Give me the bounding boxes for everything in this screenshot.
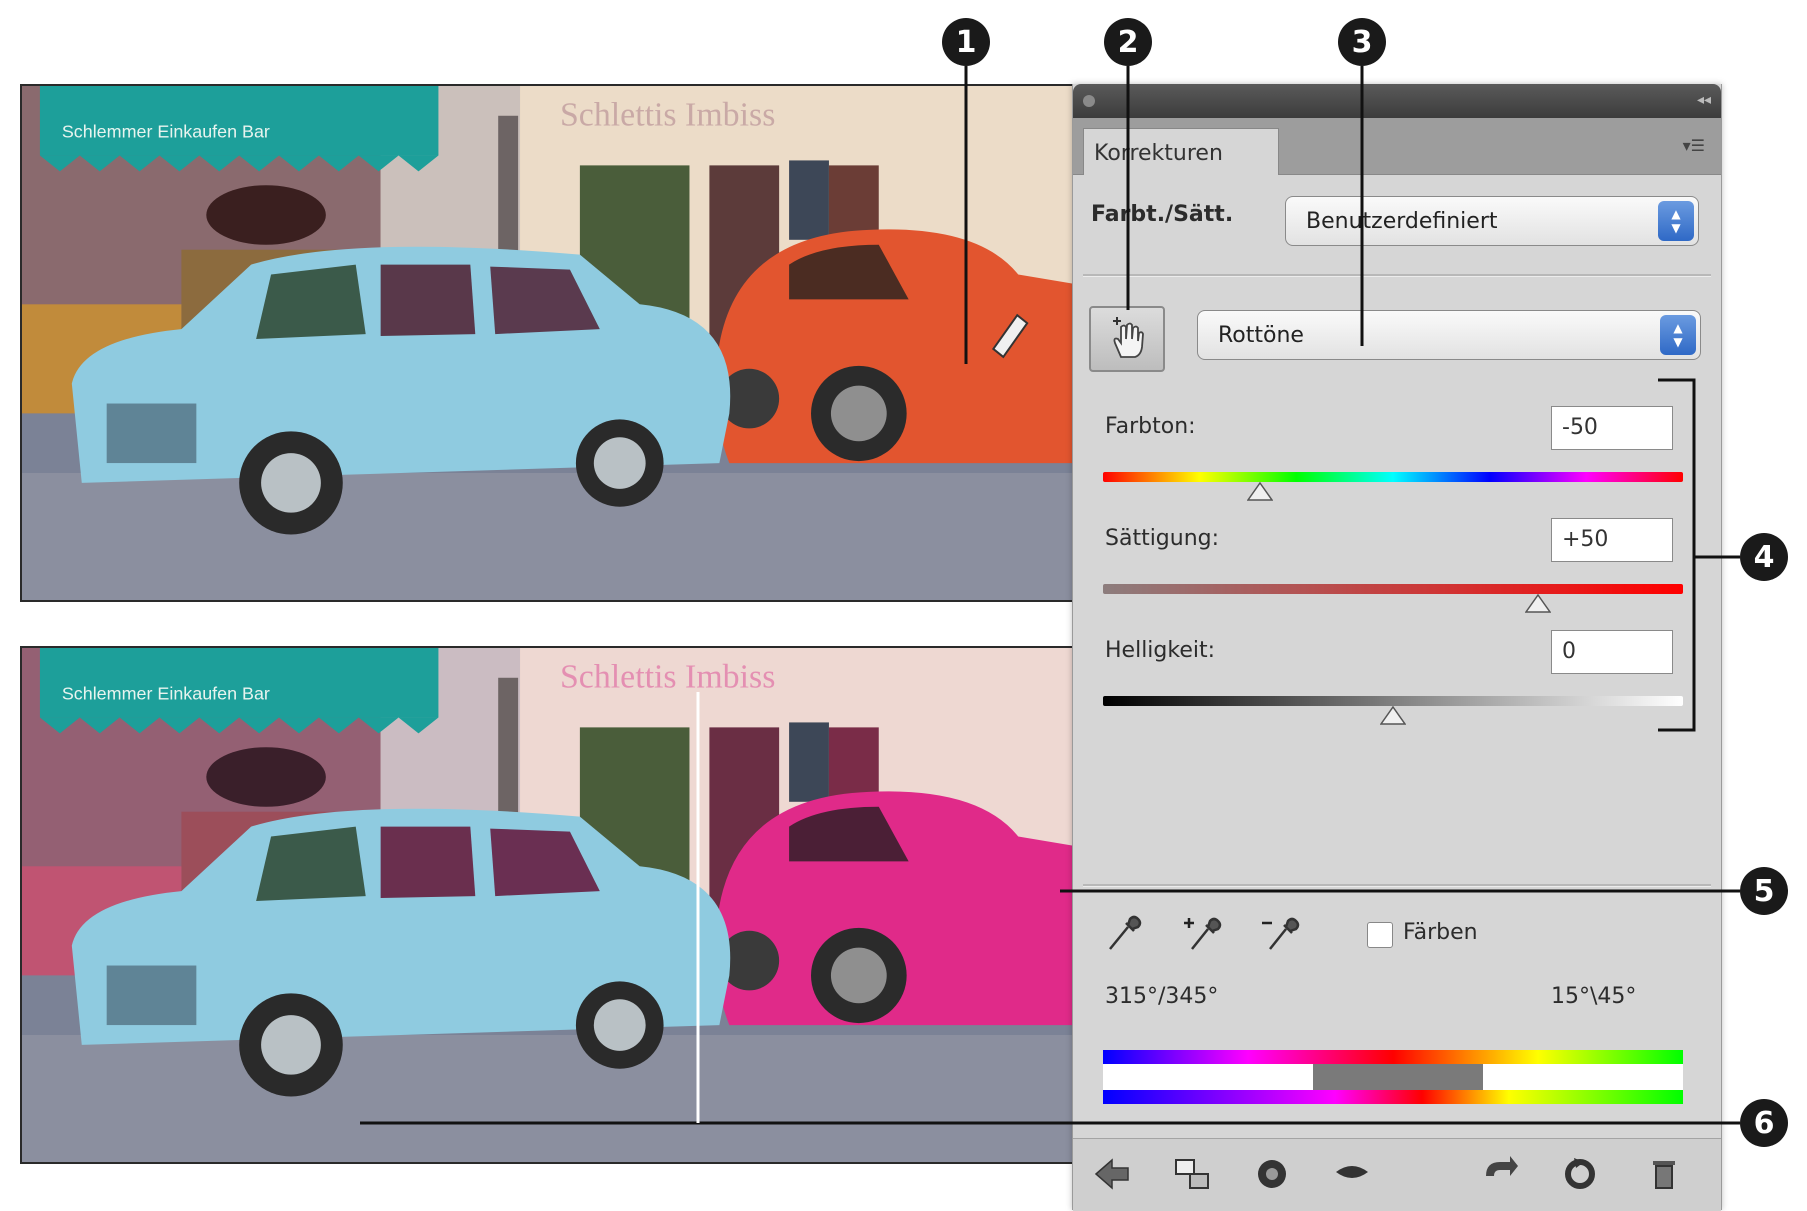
panel-close-icon[interactable] xyxy=(1083,95,1095,107)
eyedropper-plus-icon xyxy=(1184,917,1222,950)
hue-slider-track[interactable] xyxy=(1103,472,1683,482)
shop-sign: Schlettis Imbiss xyxy=(560,97,775,134)
adjustments-panel: ◂◂ Korrekturen ▾☰ Farbt./Sätt. Benutzerd… xyxy=(1072,84,1722,1211)
callout-5: 5 xyxy=(1740,867,1788,915)
shop-sign: Schlettis Imbiss xyxy=(560,659,775,696)
color-range-segment[interactable] xyxy=(1313,1064,1483,1090)
preview-eye-icon xyxy=(1336,1166,1368,1178)
color-range-bar-top xyxy=(1103,1050,1683,1064)
clip-layer-icon xyxy=(1175,1159,1209,1189)
lightness-label: Helligkeit: xyxy=(1105,638,1216,663)
hue-value-field[interactable]: -50 xyxy=(1551,406,1673,450)
reset-button[interactable] xyxy=(1557,1151,1603,1197)
separator xyxy=(1083,884,1711,887)
saturation-label: Sättigung: xyxy=(1105,526,1220,551)
panel-collapse-icon[interactable]: ◂◂ xyxy=(1697,92,1711,108)
hand-target-tool-button[interactable] xyxy=(1089,306,1165,372)
delete-button[interactable] xyxy=(1641,1151,1687,1197)
color-range-dropdown[interactable]: Rottöne ▲ ▼ xyxy=(1197,310,1701,360)
panel-titlebar[interactable]: ◂◂ xyxy=(1073,84,1721,118)
eyedropper-button[interactable] xyxy=(1101,910,1147,956)
previous-state-button[interactable] xyxy=(1477,1151,1523,1197)
colorize-checkbox[interactable] xyxy=(1367,922,1393,948)
separator xyxy=(1083,274,1711,277)
preview-button[interactable] xyxy=(1329,1151,1375,1197)
eyedropper-minus-icon xyxy=(1262,917,1300,950)
lightness-slider-track[interactable] xyxy=(1103,696,1683,706)
eyedropper-subtract-button[interactable] xyxy=(1257,910,1303,956)
back-button[interactable] xyxy=(1089,1151,1135,1197)
panel-tabbar: Korrekturen ▾☰ xyxy=(1073,118,1721,175)
saturation-value-field[interactable]: +50 xyxy=(1551,518,1673,562)
visibility-button[interactable] xyxy=(1249,1151,1295,1197)
clip-layer-button[interactable] xyxy=(1169,1151,1215,1197)
saturation-slider-thumb[interactable] xyxy=(1525,594,1551,614)
awning-text: Schlemmer Einkaufen Bar xyxy=(62,122,270,142)
saturation-slider-track[interactable] xyxy=(1103,584,1683,594)
reset-icon xyxy=(1486,1156,1518,1176)
range-left-value: 315°/345° xyxy=(1105,984,1219,1009)
trash-icon xyxy=(1653,1161,1675,1189)
color-range-bar-bottom xyxy=(1103,1090,1683,1104)
back-arrow-icon xyxy=(1094,1158,1129,1190)
panel-menu-icon[interactable]: ▾☰ xyxy=(1683,136,1705,155)
callout-4: 4 xyxy=(1740,533,1788,581)
color-range-selector[interactable] xyxy=(1103,1064,1683,1090)
callout-3: 3 xyxy=(1338,18,1386,66)
photo-after: Schlemmer Einkaufen Bar Schlettis Imbiss xyxy=(20,646,1080,1164)
refresh-icon xyxy=(1565,1158,1595,1189)
awning-text: Schlemmer Einkaufen Bar xyxy=(62,684,270,704)
callout-2: 2 xyxy=(1104,18,1152,66)
callout-6: 6 xyxy=(1740,1099,1788,1147)
preset-dropdown[interactable]: Benutzerdefiniert ▲ ▼ xyxy=(1285,196,1699,246)
eyedropper-icon xyxy=(1109,915,1142,950)
visibility-icon xyxy=(1258,1160,1286,1188)
chevron-updown-icon: ▲ ▼ xyxy=(1658,201,1694,241)
callout-1: 1 xyxy=(942,18,990,66)
tab-korrekturen[interactable]: Korrekturen xyxy=(1083,128,1279,175)
range-right-value: 15°\45° xyxy=(1551,984,1637,1009)
hue-slider-thumb[interactable] xyxy=(1246,482,1273,502)
preset-label: Farbt./Sätt. xyxy=(1091,202,1234,227)
colorize-label: Färben xyxy=(1403,920,1478,945)
hue-label: Farbton: xyxy=(1105,414,1196,439)
lightness-slider-thumb[interactable] xyxy=(1380,706,1406,726)
preset-value: Benutzerdefiniert xyxy=(1306,209,1498,234)
color-range-value: Rottöne xyxy=(1218,323,1304,348)
photo-before: Schlemmer Einkaufen Bar Schlettis Imbiss xyxy=(20,84,1080,602)
hand-target-icon xyxy=(1113,317,1144,358)
lightness-value-field[interactable]: 0 xyxy=(1551,630,1673,674)
eyedropper-add-button[interactable] xyxy=(1179,910,1225,956)
panel-footer xyxy=(1073,1138,1721,1211)
chevron-updown-icon: ▲ ▼ xyxy=(1660,315,1696,355)
